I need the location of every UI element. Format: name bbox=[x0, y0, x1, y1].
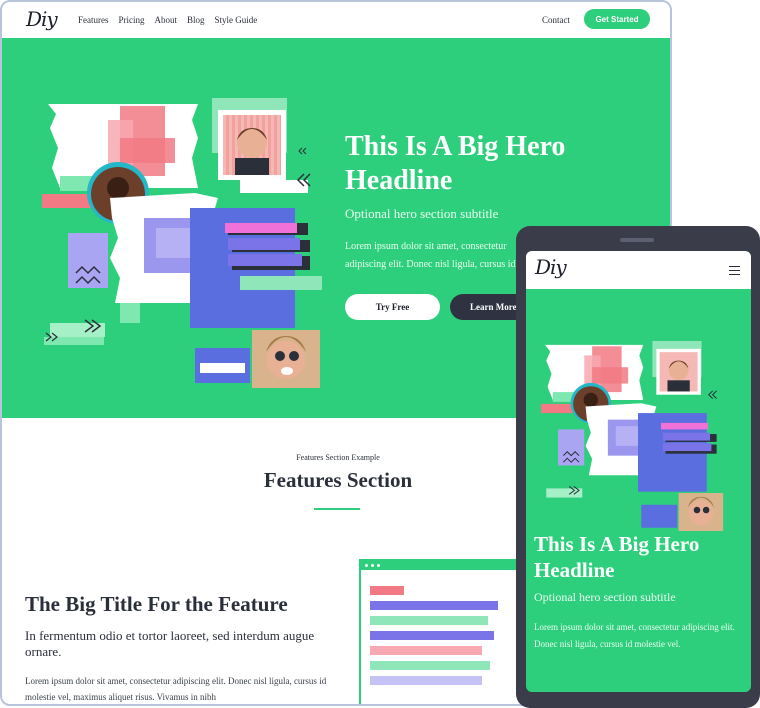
hero-headline: This Is A Big Hero Headline bbox=[345, 131, 566, 196]
nav-link-contact[interactable]: Contact bbox=[542, 15, 570, 25]
mobile-screen: Diy This Is A Big Hero Headline Optional… bbox=[526, 251, 751, 692]
mobile-hero-subtitle: Optional hero section subtitle bbox=[534, 590, 676, 604]
nav-link-features[interactable]: Features bbox=[78, 15, 109, 25]
feature-subtitle: In fermentum odio et tortor laoreet, sed… bbox=[25, 628, 315, 659]
mobile-logo[interactable]: Diy bbox=[535, 255, 567, 279]
hero-subtitle: Optional hero section subtitle bbox=[345, 206, 499, 221]
hero-body-text: Lorem ipsum dolor sit amet, consectetur … bbox=[345, 238, 523, 278]
feature-title: The Big Title For the Feature bbox=[25, 592, 288, 616]
phone-speaker bbox=[620, 238, 654, 242]
mobile-hero-collage-illustration bbox=[541, 341, 724, 531]
try-free-button[interactable]: Try Free bbox=[345, 294, 440, 320]
mobile-hero-body: Lorem ipsum dolor sit amet, consectetur … bbox=[534, 622, 735, 649]
feature-body: Lorem ipsum dolor sit amet, consectetur … bbox=[25, 676, 327, 702]
hamburger-menu-icon[interactable] bbox=[729, 266, 740, 278]
mobile-preview: Diy This Is A Big Hero Headline Optional… bbox=[516, 226, 760, 708]
nav-links: Features Pricing About Blog Style Guide bbox=[78, 15, 267, 25]
get-started-button[interactable]: Get Started bbox=[584, 9, 650, 29]
nav-link-style-guide[interactable]: Style Guide bbox=[215, 15, 258, 25]
nav-link-about[interactable]: About bbox=[155, 15, 178, 25]
logo[interactable]: Diy bbox=[26, 7, 58, 31]
features-divider bbox=[314, 508, 360, 510]
nav-link-pricing[interactable]: Pricing bbox=[119, 15, 145, 25]
hero-body-copy: Lorem ipsum dolor sit amet, consectetur … bbox=[345, 241, 516, 278]
top-navbar: Diy Features Pricing About Blog Style Gu… bbox=[2, 2, 670, 39]
hero-collage-illustration bbox=[42, 98, 322, 388]
mobile-navbar: Diy bbox=[526, 251, 751, 289]
mobile-hero-headline: This Is A Big Hero Headline bbox=[534, 532, 700, 582]
nav-link-blog[interactable]: Blog bbox=[187, 15, 205, 25]
browser-titlebar bbox=[361, 561, 541, 570]
